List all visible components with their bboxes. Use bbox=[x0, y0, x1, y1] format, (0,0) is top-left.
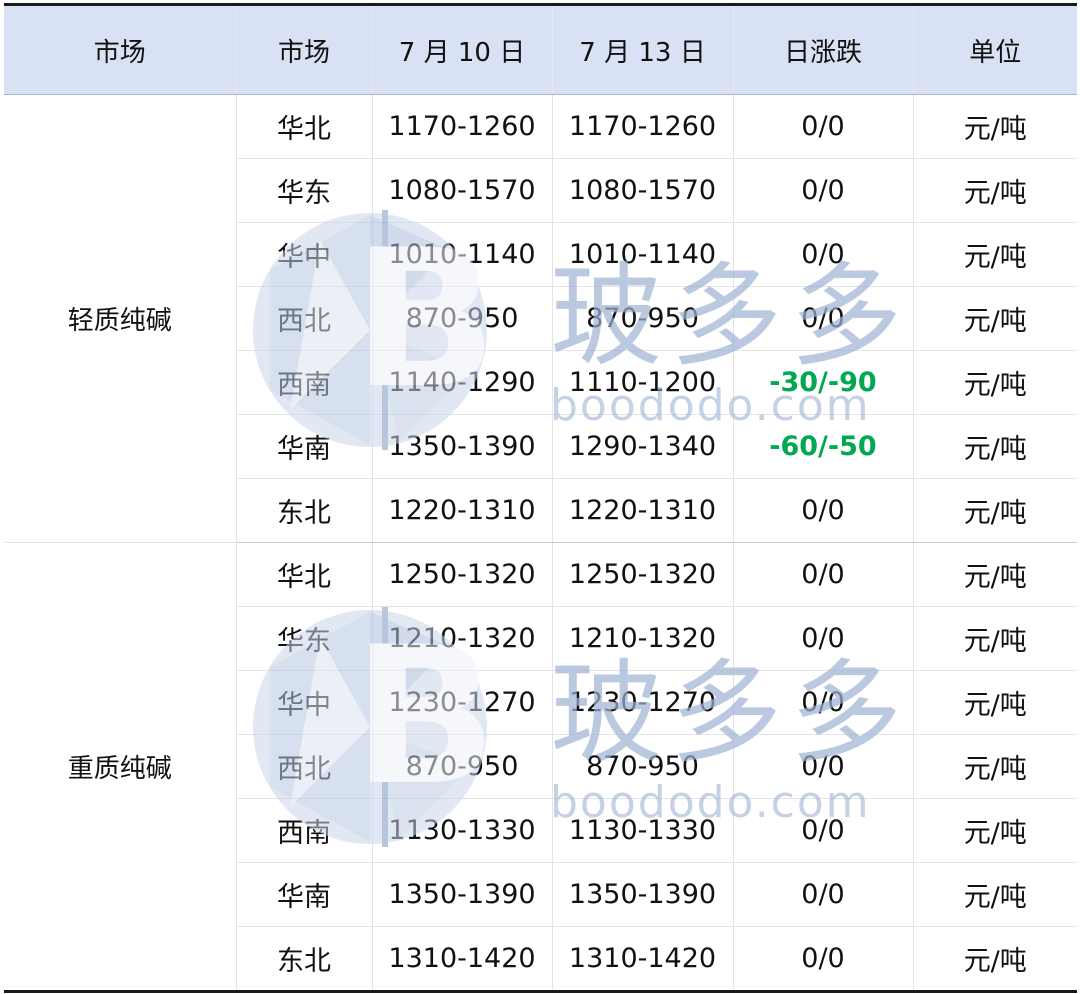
table-row: 轻质纯碱 华北 1170-1260 1170-1260 0/0 元/吨 bbox=[4, 94, 1077, 543]
unit-cell: 元/吨 bbox=[912, 350, 1077, 415]
change-cell: -30/-90 bbox=[732, 350, 913, 415]
unit-cell: 元/吨 bbox=[912, 734, 1077, 799]
price-jul10-cell: 1080-1570 bbox=[371, 158, 552, 223]
region-cell: 华北 bbox=[235, 94, 372, 159]
price-jul10-cell: 1350-1390 bbox=[371, 414, 552, 479]
change-cell: 0/0 bbox=[732, 798, 913, 863]
price-jul10-cell: 1350-1390 bbox=[371, 862, 552, 927]
region-cell: 西南 bbox=[235, 350, 372, 415]
price-jul13-cell: 1130-1330 bbox=[551, 798, 733, 863]
unit-cell: 元/吨 bbox=[912, 606, 1077, 671]
change-cell: 0/0 bbox=[732, 606, 913, 671]
unit-cell: 元/吨 bbox=[912, 94, 1077, 159]
region-cell: 华南 bbox=[235, 414, 372, 479]
region-cell: 华中 bbox=[235, 222, 372, 287]
region-cell: 东北 bbox=[235, 478, 372, 543]
price-jul13-cell: 870-950 bbox=[551, 734, 733, 799]
unit-cell: 元/吨 bbox=[912, 222, 1077, 287]
change-cell: 0/0 bbox=[732, 158, 913, 223]
price-jul13-cell: 1010-1140 bbox=[551, 222, 733, 287]
change-cell: 0/0 bbox=[732, 862, 913, 927]
table-row: 重质纯碱 华北 1250-1320 1250-1320 0/0 元/吨 bbox=[4, 542, 1077, 992]
region-cell: 东北 bbox=[235, 926, 372, 992]
change-cell: 0/0 bbox=[732, 94, 913, 159]
price-jul13-cell: 1230-1270 bbox=[551, 670, 733, 735]
change-cell: 0/0 bbox=[732, 542, 913, 607]
price-jul10-cell: 1140-1290 bbox=[371, 350, 552, 415]
price-jul10-cell: 870-950 bbox=[371, 286, 552, 351]
price-jul10-cell: 1310-1420 bbox=[371, 926, 552, 992]
unit-cell: 元/吨 bbox=[912, 670, 1077, 735]
header-daily-change: 日涨跌 bbox=[732, 4, 913, 95]
price-jul13-cell: 1250-1320 bbox=[551, 542, 733, 607]
price-jul13-cell: 870-950 bbox=[551, 286, 733, 351]
price-jul13-cell: 1110-1200 bbox=[551, 350, 733, 415]
price-jul13-cell: 1170-1260 bbox=[551, 94, 733, 159]
header-market-group: 市场 bbox=[4, 4, 236, 95]
price-jul10-cell: 1230-1270 bbox=[371, 670, 552, 735]
unit-cell: 元/吨 bbox=[912, 158, 1077, 223]
header-unit: 单位 bbox=[912, 4, 1077, 95]
price-jul10-cell: 1210-1320 bbox=[371, 606, 552, 671]
change-cell: 0/0 bbox=[732, 926, 913, 992]
region-cell: 西北 bbox=[235, 734, 372, 799]
change-cell: 0/0 bbox=[732, 222, 913, 287]
region-cell: 华北 bbox=[235, 542, 372, 607]
change-cell: 0/0 bbox=[732, 478, 913, 543]
price-jul13-cell: 1350-1390 bbox=[551, 862, 733, 927]
region-cell: 华中 bbox=[235, 670, 372, 735]
price-jul10-cell: 1130-1330 bbox=[371, 798, 552, 863]
product-group-cell: 轻质纯碱 bbox=[4, 94, 236, 543]
unit-cell: 元/吨 bbox=[912, 414, 1077, 479]
unit-cell: 元/吨 bbox=[912, 862, 1077, 927]
unit-cell: 元/吨 bbox=[912, 926, 1077, 992]
price-jul13-cell: 1080-1570 bbox=[551, 158, 733, 223]
unit-cell: 元/吨 bbox=[912, 542, 1077, 607]
header-jul13: 7 月 13 日 bbox=[551, 4, 733, 95]
change-cell: 0/0 bbox=[732, 734, 913, 799]
price-jul13-cell: 1210-1320 bbox=[551, 606, 733, 671]
product-group-cell: 重质纯碱 bbox=[4, 542, 236, 992]
region-cell: 华东 bbox=[235, 606, 372, 671]
header-jul10: 7 月 10 日 bbox=[371, 4, 552, 95]
unit-cell: 元/吨 bbox=[912, 478, 1077, 543]
price-jul10-cell: 1220-1310 bbox=[371, 478, 552, 543]
price-jul13-cell: 1290-1340 bbox=[551, 414, 733, 479]
price-jul10-cell: 1250-1320 bbox=[371, 542, 552, 607]
price-jul10-cell: 1170-1260 bbox=[371, 94, 552, 159]
region-cell: 华南 bbox=[235, 862, 372, 927]
change-cell: 0/0 bbox=[732, 670, 913, 735]
change-cell: -60/-50 bbox=[732, 414, 913, 479]
unit-cell: 元/吨 bbox=[912, 286, 1077, 351]
header-row: 市场 市场 7 月 10 日 7 月 13 日 日涨跌 单位 bbox=[4, 4, 1077, 95]
region-cell: 西北 bbox=[235, 286, 372, 351]
price-jul10-cell: 870-950 bbox=[371, 734, 552, 799]
change-cell: 0/0 bbox=[732, 286, 913, 351]
region-cell: 华东 bbox=[235, 158, 372, 223]
price-jul13-cell: 1220-1310 bbox=[551, 478, 733, 543]
table-body: 轻质纯碱 华北 1170-1260 1170-1260 0/0 元/吨 华东 1080-157… bbox=[4, 94, 1077, 992]
price-table: 市场 市场 7 月 10 日 7 月 13 日 日涨跌 单位 轻质纯碱 华北 117… bbox=[4, 3, 1077, 993]
header-market-region: 市场 bbox=[235, 4, 372, 95]
region-cell: 西南 bbox=[235, 798, 372, 863]
price-jul10-cell: 1010-1140 bbox=[371, 222, 552, 287]
price-jul13-cell: 1310-1420 bbox=[551, 926, 733, 992]
unit-cell: 元/吨 bbox=[912, 798, 1077, 863]
